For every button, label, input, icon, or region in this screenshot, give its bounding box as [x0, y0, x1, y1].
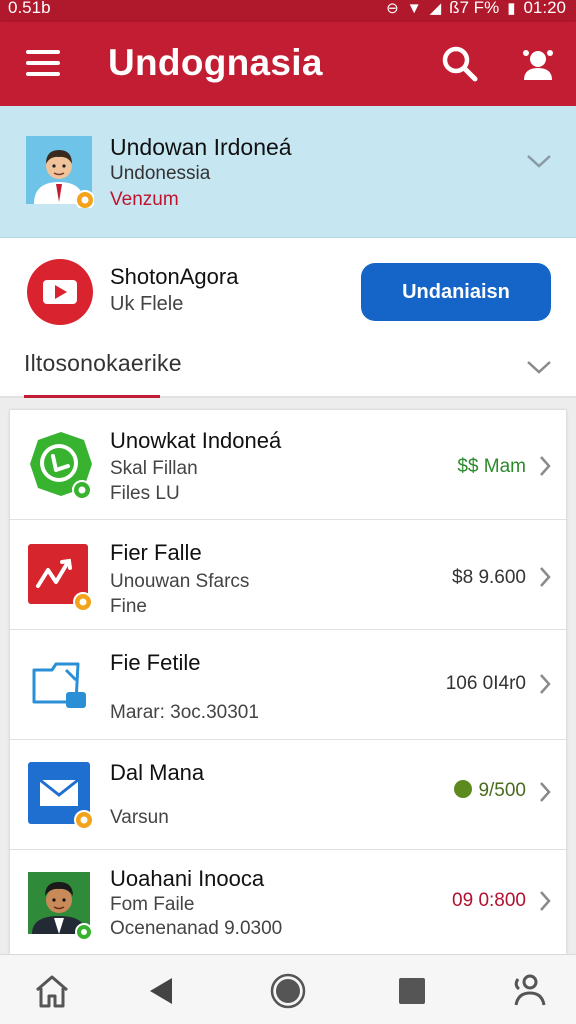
status-icons: ⊖ ▼ ◢ ß7 F% ▮ 01:20 [386, 0, 566, 18]
item-subtitle: Fom Faile [110, 894, 195, 915]
account-name: Undowan Irdoneá [110, 134, 292, 160]
folder-icon [32, 662, 86, 708]
app-screen: 0.51b ⊖ ▼ ◢ ß7 F% ▮ 01:20 Undognasia Und… [0, 0, 576, 1024]
menu-icon[interactable] [26, 50, 60, 76]
status-time-left: 0.51b [8, 0, 51, 17]
search-icon[interactable] [440, 44, 480, 84]
chevron-right-icon [540, 674, 551, 694]
item-price-value: 9/500 [478, 780, 526, 801]
video-play-icon [27, 259, 93, 325]
item-title: Fier Falle [110, 540, 202, 565]
video-title: ShotonAgora [110, 264, 239, 289]
item-price: 9/500 [454, 780, 526, 802]
item-subtitle: Skal Fillan [110, 458, 198, 479]
money-bag-icon [454, 780, 473, 798]
profile-settings-icon[interactable] [518, 44, 558, 84]
list-item[interactable]: Unowkat Indoneá Skal Fillan Files LU $$ … [10, 410, 566, 520]
item-title: Uoahani Inooca [110, 866, 265, 891]
wifi-icon: ▼ [406, 0, 422, 17]
item-price: $8 9.600 [452, 567, 526, 588]
green-clock-app-icon [30, 432, 92, 500]
accessibility-icon[interactable] [510, 971, 550, 1011]
app-bar: Undognasia [0, 22, 576, 106]
primary-action-button[interactable]: Undaniaisn [361, 263, 551, 321]
item-detail: Varsun [110, 807, 169, 828]
sync-icon: ⊖ [386, 0, 399, 17]
item-price: 09 0:800 [452, 890, 526, 911]
chevron-down-icon[interactable] [526, 358, 552, 376]
chevron-right-icon [540, 567, 551, 587]
item-title: Dal Mana [110, 760, 205, 785]
chevron-right-icon [540, 891, 551, 911]
item-detail: Marar: 3oc.30301 [110, 702, 259, 723]
chevron-right-icon [540, 456, 551, 476]
system-nav-bar [0, 954, 576, 1024]
battery-icon: ▮ [507, 0, 516, 17]
video-row: ShotonAgora Uk Flele Undaniaisn [0, 238, 576, 338]
item-price: $$ Mam [457, 456, 526, 477]
account-subtitle: Undonessia [110, 163, 211, 184]
item-subtitle: Unouwan Sfarcs [110, 571, 250, 592]
item-title: Fie Fetile [110, 650, 201, 675]
red-chart-app-icon [28, 544, 93, 612]
chevron-down-icon[interactable] [526, 152, 552, 170]
item-price: 106 0I4r0 [445, 673, 526, 694]
user-avatar [26, 136, 94, 208]
list-item[interactable]: Dal Mana Varsun 9/500 [10, 740, 566, 850]
chevron-right-icon [540, 782, 551, 802]
item-detail: Fine [110, 596, 147, 617]
list-item[interactable]: Fier Falle Unouwan Sfarcs Fine $8 9.600 [10, 520, 566, 630]
back-icon[interactable] [142, 971, 182, 1011]
status-bar: 0.51b ⊖ ▼ ◢ ß7 F% ▮ 01:20 [0, 0, 576, 22]
list-item[interactable]: Fie Fetile Marar: 3oc.30301 106 0I4r0 [10, 630, 566, 740]
home-circle-icon[interactable] [268, 971, 308, 1011]
recents-icon[interactable] [392, 971, 432, 1011]
account-card[interactable]: Undowan Irdoneá Undonessia Venzum [0, 106, 576, 238]
account-version: Venzum [110, 189, 179, 210]
section-label: Iltosonokaerike [24, 350, 182, 376]
item-title: Unowkat Indoneá [110, 428, 282, 453]
list-container: Unowkat Indoneá Skal Fillan Files LU $$ … [0, 398, 576, 954]
home-icon[interactable] [32, 971, 72, 1011]
signal-icon: ◢ [429, 0, 442, 17]
person-avatar-icon [28, 872, 93, 940]
app-title: Undognasia [108, 42, 323, 83]
video-subtitle: Uk Flele [110, 293, 184, 315]
battery-text: ß7 F% [449, 0, 500, 17]
status-time-right: 01:20 [523, 0, 566, 17]
section-header[interactable]: Iltosonokaerike [0, 338, 576, 398]
item-detail: Files LU [110, 483, 180, 504]
item-detail: Ocenenanad 9.0300 [110, 918, 283, 939]
item-list: Unowkat Indoneá Skal Fillan Files LU $$ … [10, 410, 566, 954]
list-item[interactable]: Uoahani Inooca Fom Faile Ocenenanad 9.03… [10, 850, 566, 960]
mail-icon [28, 762, 94, 830]
